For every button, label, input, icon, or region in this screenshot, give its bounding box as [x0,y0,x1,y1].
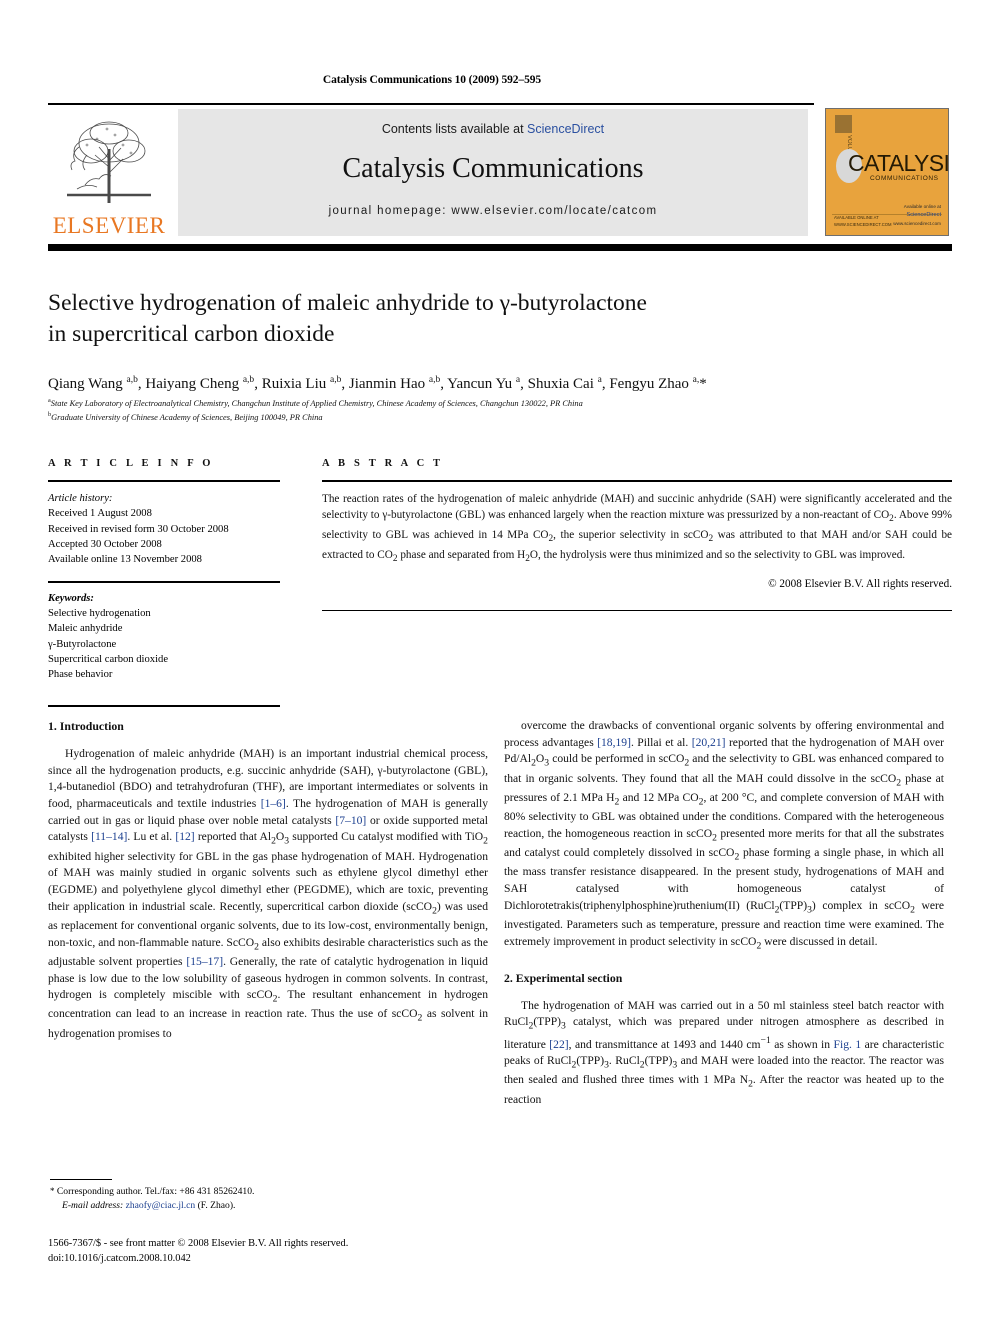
abstract-copyright: © 2008 Elsevier B.V. All rights reserved… [768,577,952,590]
email-address-link[interactable]: zhaofy@ciac.jl.cn [126,1200,196,1211]
keyword-item: γ-Butyrolactone [48,638,117,650]
keyword-item: Supercritical carbon dioxide [48,653,169,665]
cover-elsevier-mark-icon [835,115,852,133]
cover-footer-right-top: Available online at [903,204,941,210]
affiliation-b-text: Graduate University of Chinese Academy o… [51,412,323,422]
title-line-1: Selective hydrogenation of maleic anhydr… [48,290,647,316]
article-history: Article history: Received 1 August 2008 … [48,491,280,567]
article-info-rule-top [48,480,280,482]
abstract-block: A B S T R A C T The reaction rates of th… [322,458,953,612]
author-list: Qiang Wang a,b, Haiyang Cheng a,b, Ruixi… [48,375,707,392]
abstract-rule-top [322,480,952,482]
cover-subtitle-word: COMMUNICATIONS [870,175,939,182]
header-rule [48,103,814,105]
paragraph-introduction-1-continued: overcome the drawbacks of conventional o… [504,719,945,951]
history-item: Received in revised form 30 October 2008 [48,523,229,535]
contents-prefix: Contents lists available at [381,122,524,136]
history-item: Accepted 30 October 2008 [48,538,162,550]
abstract-heading: A B S T R A C T [322,458,444,469]
article-info-heading: A R T I C L E I N F O [48,458,214,469]
title-line-2: in supercritical carbon dioxide [48,321,335,348]
affiliation-a: aState Key Laboratory of Electroanalytic… [48,397,583,408]
journal-homepage-line[interactable]: journal homepage: www.elsevier.com/locat… [329,205,658,217]
affiliation-a-text: State Key Laboratory of Electroanalytica… [50,398,583,408]
sciencedirect-link[interactable]: ScienceDirect [527,122,604,136]
journal-banner: Contents lists available at ScienceDirec… [178,109,808,236]
keywords-block: Keywords: Selective hydrogenation Maleic… [48,591,280,683]
section-heading-introduction: 1. Introduction [48,719,124,733]
journal-masthead: ELSEVIER Contents lists available at Sci… [48,107,952,237]
running-head: Catalysis Communications 10 (2009) 592–5… [322,74,542,86]
elsevier-logo[interactable]: ELSEVIER [48,109,170,237]
footnote-asterisk: * [50,1186,55,1196]
keywords-rule-top [48,581,280,583]
journal-title: Catalysis Communications [342,153,644,184]
elsevier-tree-icon [67,121,151,203]
cover-footer-url: www.sciencedirect.com [893,220,941,226]
keyword-item: Selective hydrogenation [48,608,151,620]
history-item: Available online 13 November 2008 [48,554,202,565]
corresponding-author-footnote: * Corresponding author. Tel./fax: +86 43… [50,1185,480,1214]
article-page: Catalysis Communications 10 (2009) 592–5… [0,0,992,1323]
email-suffix: (F. Zhao). [197,1200,236,1212]
elsevier-wordmark: ELSEVIER [52,213,166,238]
cover-footer-right: Available online at ScienceDirect www.sc… [893,203,941,227]
abstract-text: The reaction rates of the hydrogenation … [322,493,953,565]
cover-footer-left: AVAILABLE ONLINE AT WWW.SCIENCEDIRECT.CO… [834,215,892,227]
page-footer: 1566-7367/$ - see front matter © 2008 El… [48,1237,488,1267]
cover-title-word: CATALYSIS [848,150,949,176]
footnote-rule [50,1179,112,1181]
history-item: Received 1 August 2008 [48,508,152,520]
footer-doi-line: doi:10.1016/j.catcom.2008.10.042 [48,1252,191,1264]
footnote-corresponding-text: Corresponding author. Tel./fax: +86 431 … [56,1186,255,1197]
body-column-right: overcome the drawbacks of conventional o… [504,718,944,1108]
contents-available-line: Contents lists available at ScienceDirec… [382,122,604,136]
keywords-label: Keywords: [48,592,94,604]
section-heading-experimental: 2. Experimental section [504,970,623,985]
journal-cover-thumbnail[interactable]: VOLUME 10 CATALYSIS COMMUNICATIONS AVAIL… [825,108,949,236]
footnote-line-1: * Corresponding author. Tel./fax: +86 43… [50,1185,480,1199]
masthead-bottom-bar [48,244,952,251]
page-title: Selective hydrogenation of maleic anhydr… [48,288,928,350]
article-history-label: Article history: [48,493,113,504]
abstract-rule-bottom [322,609,952,612]
footnote-line-2: E-mail address: zhaofy@ciac.jl.cn (F. Zh… [50,1199,480,1213]
footer-issn-line: 1566-7367/$ - see front matter © 2008 El… [48,1238,349,1249]
cover-sciencedirect-label: ScienceDirect [906,211,941,218]
paragraph-experimental-1: The hydrogenation of MAH was carried out… [504,998,945,1106]
paragraph-introduction-1: Hydrogenation of maleic anhydride (MAH) … [48,746,488,1040]
affiliation-b: bGraduate University of Chinese Academy … [48,411,323,422]
keyword-item: Maleic anhydride [48,623,123,635]
article-info-rule-bottom [48,705,280,707]
article-info-block: A R T I C L E I N F O Article history: R… [48,458,280,707]
keyword-item: Phase behavior [48,669,113,681]
email-label: E-mail address: [62,1200,124,1212]
body-column-left: 1. Introduction Hydrogenation of maleic … [48,718,488,1042]
